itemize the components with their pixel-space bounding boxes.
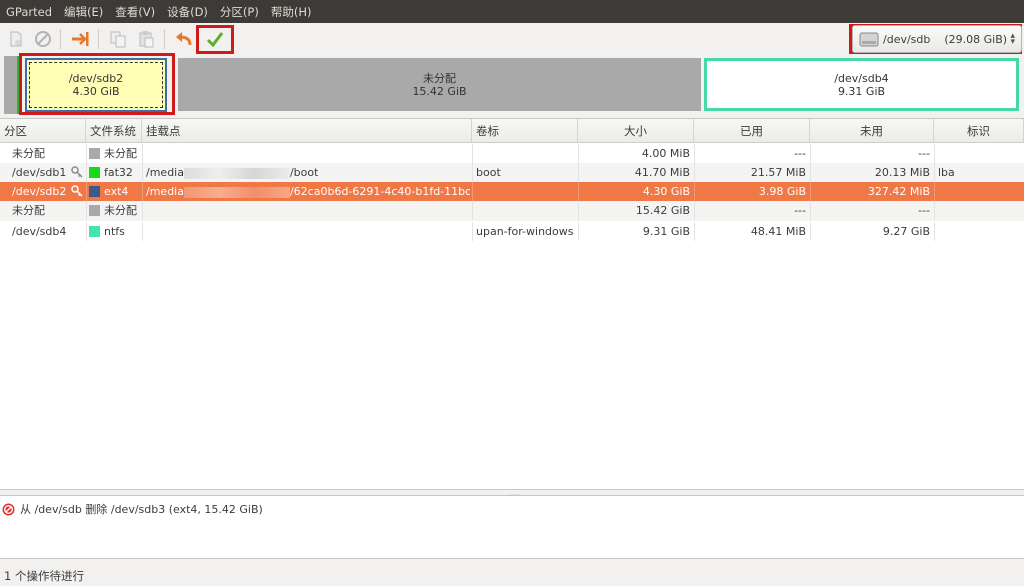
table-row[interactable]: /dev/sdb4 ntfs upan-for-windows 9.31 GiB… [0, 222, 1024, 241]
delete-icon [2, 503, 15, 515]
cell-filesystem: ntfs [104, 225, 125, 238]
map-sdb4-size: 9.31 GiB [837, 84, 886, 98]
spin-arrows-icon: ▴ ▾ [1010, 31, 1015, 47]
menu-help[interactable]: 帮助(H) [265, 4, 318, 20]
cell-size: 4.00 MiB [641, 147, 690, 160]
cell-partition: /dev/sdb2 [12, 185, 67, 198]
cell-filesystem: fat32 [104, 166, 133, 179]
resize-move-icon [72, 32, 89, 46]
map-sdb2[interactable]: /dev/sdb2 4.30 GiB [25, 58, 167, 112]
col-partition[interactable]: 分区 [0, 119, 86, 143]
partition-map: /dev/sdb2 4.30 GiB 未分配 15.42 GiB /dev/sd… [4, 53, 1022, 115]
table-header: 分区 文件系统 挂载点 卷标 大小 已用 未用 标识 [0, 119, 1024, 143]
fs-color-swatch [89, 205, 100, 216]
device-selector[interactable]: /dev/sdb (29.08 GiB) ▴ ▾ [852, 25, 1022, 53]
map-unallocated-edge[interactable] [4, 56, 17, 114]
cell-partition: /dev/sdb4 [12, 225, 67, 238]
status-bar: 1 个操作待进行 [4, 569, 84, 583]
col-flags[interactable]: 标识 [934, 119, 1024, 143]
cell-mountpoint: /media/boot [146, 166, 319, 179]
cell-used: --- [794, 204, 806, 217]
cell-size: 9.31 GiB [642, 225, 690, 238]
resize-move-button[interactable] [68, 27, 92, 51]
cell-label: boot [476, 166, 501, 179]
toolbar-separator [98, 29, 99, 49]
device-size: (29.08 GiB) [944, 32, 1008, 46]
table-row-selected[interactable]: /dev/sdb2 ext4 /media/62ca0b6d-6291-4c40… [0, 182, 1024, 201]
device-name: /dev/sdb [883, 32, 931, 46]
fs-color-swatch [89, 148, 100, 159]
cell-unused: 327.42 MiB [867, 185, 930, 198]
fs-color-swatch [89, 167, 100, 178]
undo-button[interactable] [172, 27, 196, 51]
cell-mountpoint: /media/62ca0b6d-6291-4c40-b1fd-11bc291e4… [146, 185, 470, 198]
paste-icon [139, 31, 154, 48]
map-unallocated-name: 未分配 [423, 71, 456, 85]
toolbar-separator [60, 29, 61, 49]
map-unallocated[interactable]: 未分配 15.42 GiB [178, 58, 701, 111]
copy-button[interactable] [106, 27, 130, 51]
mounted-key-icon [71, 185, 83, 197]
new-partition-button[interactable] [4, 27, 28, 51]
table-row[interactable]: 未分配 未分配 15.42 GiB --- --- [0, 201, 1024, 221]
map-sdb4-name: /dev/sdb4 [834, 71, 889, 85]
col-mountpoint[interactable]: 挂载点 [142, 119, 472, 143]
delete-icon [35, 31, 51, 47]
cell-partition: 未分配 [12, 147, 45, 160]
menu-edit[interactable]: 编辑(E) [58, 4, 109, 20]
apply-icon [206, 32, 224, 48]
cell-unused: 9.27 GiB [882, 225, 930, 238]
cell-unused: 20.13 MiB [874, 166, 930, 179]
undo-icon [176, 32, 192, 46]
table-row[interactable]: /dev/sdb1 fat32 /media/boot boot 41.70 M… [0, 163, 1024, 182]
cell-unused: --- [918, 147, 930, 160]
operation-text: 从 /dev/sdb 删除 /dev/sdb3 (ext4, 15.42 GiB… [20, 503, 263, 516]
gparted-window: GParted 编辑(E) 查看(V) 设备(D) 分区(P) 帮助(H) /d… [0, 0, 1024, 586]
map-sdb4[interactable]: /dev/sdb4 9.31 GiB [704, 58, 1019, 111]
col-size[interactable]: 大小 [578, 119, 694, 143]
cell-size: 4.30 GiB [642, 185, 690, 198]
cell-partition: 未分配 [12, 204, 45, 217]
cell-used: 3.98 GiB [758, 185, 806, 198]
cell-size: 15.42 GiB [635, 204, 690, 217]
new-icon [10, 31, 22, 47]
pending-operations-list: 从 /dev/sdb 删除 /dev/sdb3 (ext4, 15.42 GiB… [0, 495, 1024, 559]
cell-partition: /dev/sdb1 [12, 166, 67, 179]
table-row[interactable]: 未分配 未分配 4.00 MiB --- --- [0, 144, 1024, 163]
toolbar-separator [164, 29, 165, 49]
map-unallocated-size: 15.42 GiB [412, 84, 467, 98]
list-item[interactable]: 从 /dev/sdb 删除 /dev/sdb3 (ext4, 15.42 GiB… [2, 501, 263, 517]
mounted-key-icon [71, 166, 83, 178]
fs-color-swatch [89, 186, 100, 197]
fs-color-swatch [89, 226, 100, 237]
delete-partition-button[interactable] [31, 27, 55, 51]
disk-icon [859, 32, 879, 47]
cell-filesystem: ext4 [104, 185, 129, 198]
cell-used: 21.57 MiB [750, 166, 806, 179]
col-filesystem[interactable]: 文件系统 [86, 119, 142, 143]
paste-button[interactable] [134, 27, 158, 51]
col-used[interactable]: 已用 [694, 119, 810, 143]
redacted-username [183, 167, 290, 179]
cell-unused: --- [918, 204, 930, 217]
apply-button[interactable] [203, 27, 227, 51]
menu-view[interactable]: 查看(V) [109, 4, 161, 20]
app-name: GParted [6, 4, 52, 19]
selection-dash-border [29, 62, 163, 108]
menu-device[interactable]: 设备(D) [161, 4, 214, 20]
cell-flags: lba [938, 166, 955, 179]
redacted-username [183, 186, 290, 198]
menu-partition[interactable]: 分区(P) [214, 4, 265, 20]
copy-icon [110, 31, 126, 48]
cell-size: 41.70 MiB [634, 166, 690, 179]
menubar: GParted 编辑(E) 查看(V) 设备(D) 分区(P) 帮助(H) [0, 0, 1024, 23]
col-label[interactable]: 卷标 [472, 119, 578, 143]
col-unused[interactable]: 未用 [810, 119, 934, 143]
partition-table: 分区 文件系统 挂载点 卷标 大小 已用 未用 标识 未分配 未分配 4.00 … [0, 118, 1024, 490]
cell-label: upan-for-windows [476, 225, 574, 238]
cell-filesystem: 未分配 [104, 147, 137, 160]
cell-used: --- [794, 147, 806, 160]
cell-filesystem: 未分配 [104, 204, 137, 217]
cell-used: 48.41 MiB [750, 225, 806, 238]
